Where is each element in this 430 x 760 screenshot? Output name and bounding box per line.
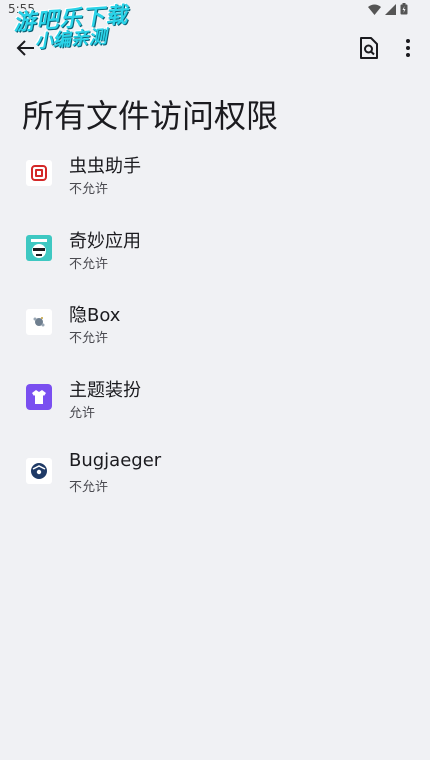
- app-name: 奇妙应用: [69, 230, 141, 252]
- more-options-icon[interactable]: [398, 36, 418, 60]
- page-title: 所有文件访问权限: [22, 97, 279, 136]
- signal-icon: [385, 3, 396, 15]
- battery-icon: [400, 3, 408, 15]
- app-list-item[interactable]: 奇妙应用 不允许: [0, 211, 430, 286]
- app-list-item[interactable]: 主题装扮 允许: [0, 360, 430, 435]
- app-permission-status: 不允许: [69, 256, 109, 272]
- app-list-item[interactable]: Bugjaeger 不允许: [0, 434, 430, 509]
- app-list: 虫虫助手 不允许 奇妙应用 不允许 隐Box 不允许 主题装扮 允许 Bugja…: [0, 136, 430, 509]
- chongchong-icon: [26, 160, 52, 186]
- app-permission-status: 不允许: [69, 182, 109, 197]
- app-name: 隐Box: [69, 305, 121, 326]
- search-document-icon[interactable]: [358, 36, 380, 60]
- yinbox-icon: [26, 309, 52, 335]
- back-arrow-icon[interactable]: [14, 36, 38, 60]
- app-list-item[interactable]: 虫虫助手 不允许: [0, 136, 430, 211]
- app-name: 虫虫助手: [69, 156, 141, 177]
- toolbar: [0, 30, 430, 66]
- magic-icon: [26, 234, 52, 261]
- status-icons: [368, 3, 408, 15]
- app-name: 主题装扮: [69, 379, 141, 401]
- bugjaeger-icon: [26, 458, 52, 484]
- theme-icon: [26, 383, 52, 410]
- app-name: Bugjaeger: [69, 450, 162, 471]
- app-permission-status: 不允许: [69, 331, 109, 346]
- app-permission-status: 允许: [69, 405, 96, 421]
- app-permission-status: 不允许: [69, 480, 109, 495]
- wifi-icon: [368, 4, 381, 15]
- app-list-item[interactable]: 隐Box 不允许: [0, 285, 430, 360]
